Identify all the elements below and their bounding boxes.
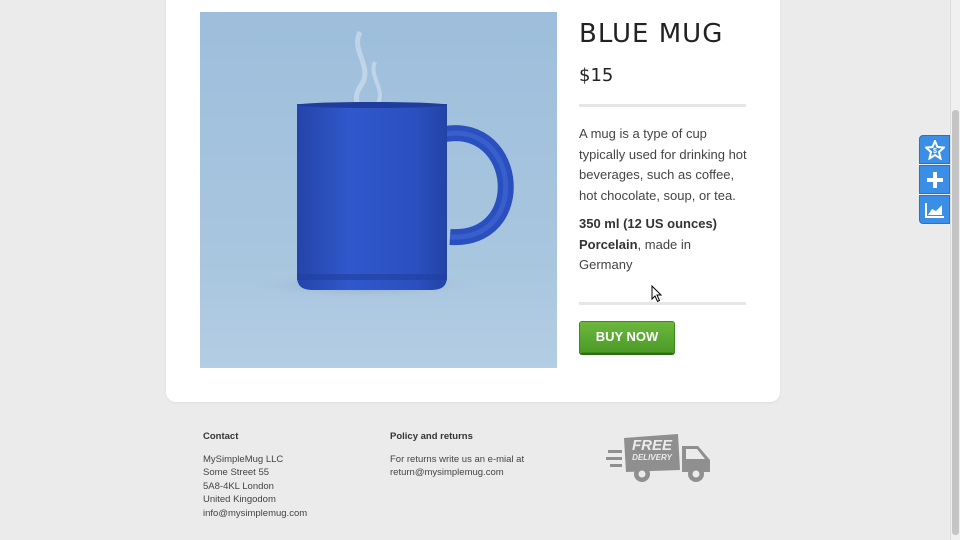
policy-line: For returns write us an e-mial at: [390, 453, 525, 465]
contact-line: 5A8-4KL London: [203, 480, 274, 492]
product-volume: 350 ml (12 US ounces): [579, 216, 717, 231]
product-specs: 350 ml (12 US ounces) Porcelain, made in…: [579, 214, 747, 276]
footer-contact-heading: Contact: [203, 431, 239, 442]
mouse-cursor-icon: [651, 284, 663, 308]
truck-icon: FREE DELIVERY: [606, 434, 710, 482]
product-info: BLUE MUG $15 A mug is a type of cup typi…: [579, 14, 747, 353]
divider: [579, 104, 746, 107]
product-image: [200, 12, 557, 368]
delivery-free-text: FREE: [632, 437, 673, 454]
footer-contact: Contact MySimpleMug LLC Some Street 55 5…: [203, 430, 307, 520]
product-card: BLUE MUG $15 A mug is a type of cup typi…: [166, 0, 780, 402]
side-widget-bar: $: [919, 135, 950, 225]
footer-policy-heading: Policy and returns: [390, 431, 473, 442]
product-description: A mug is a type of cup typically used fo…: [579, 126, 747, 203]
returns-email-link[interactable]: return@mysimplemug.com: [390, 466, 524, 480]
scrollbar-thumb[interactable]: [952, 110, 959, 535]
svg-text:$: $: [933, 148, 937, 155]
footer-policy: Policy and returns For returns write us …: [390, 430, 524, 480]
free-delivery-badge: FREE DELIVERY: [606, 430, 714, 486]
blue-mug-photo: [200, 12, 557, 368]
product-material: Porcelain: [579, 236, 638, 252]
buy-now-button[interactable]: BUY NOW: [579, 320, 675, 353]
contact-line: United Kingodom: [203, 494, 276, 505]
product-price: $15: [579, 65, 614, 86]
page-scrollbar[interactable]: [950, 0, 960, 540]
contact-email-link[interactable]: info@mysimplemug.com: [203, 507, 307, 521]
product-title: BLUE MUG: [579, 19, 724, 49]
contact-line: MySimpleMug LLC: [203, 453, 284, 465]
star-badge-icon[interactable]: $: [919, 135, 950, 164]
chart-icon[interactable]: [919, 195, 950, 224]
plus-icon[interactable]: [919, 165, 950, 194]
contact-line: Some Street 55: [203, 467, 270, 478]
delivery-label-text: DELIVERY: [632, 453, 673, 462]
